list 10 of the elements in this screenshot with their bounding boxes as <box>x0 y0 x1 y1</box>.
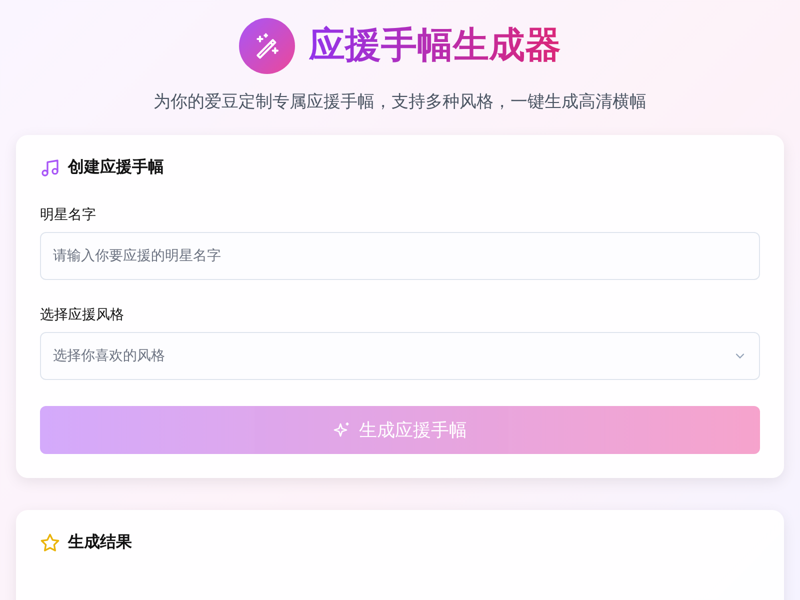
name-input-field[interactable]: 请输入你要应援的明星名字 <box>40 232 760 280</box>
field-label: 选择应援风格 <box>40 306 125 324</box>
style-select-field[interactable]: 选择你喜欢的风格 <box>40 332 760 380</box>
sparkle-icon <box>333 421 351 439</box>
card-title: 生成结果 <box>68 532 132 553</box>
field-label: 明星名字 <box>40 206 97 224</box>
card-title: 创建应援手幅 <box>68 157 164 178</box>
app-subtitle: 为你的爱豆定制专属应援手幅，支持多种风格，一键生成高清横幅 <box>152 91 648 113</box>
star-icon <box>40 532 60 552</box>
music-note-icon <box>40 158 60 178</box>
